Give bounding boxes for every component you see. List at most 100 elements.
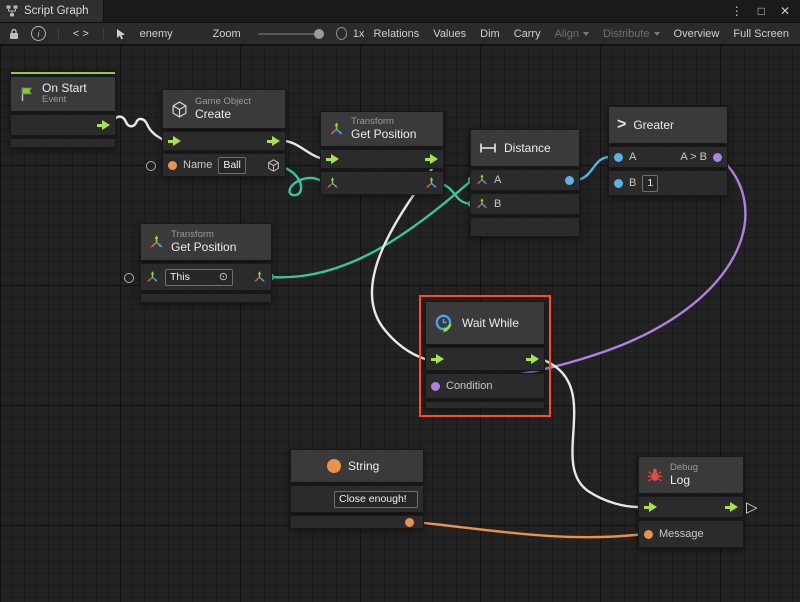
zoom-slider-handle[interactable] [314,29,324,39]
condition-row: Condition [425,373,545,399]
node-wait-while[interactable]: Wait While Condition [425,301,545,411]
flow-out-port[interactable] [267,136,280,146]
node-title: Log [670,474,698,488]
object-picker-icon[interactable]: ⊙ [219,272,228,283]
node-title: String [348,459,379,473]
transform-input-port[interactable] [326,177,339,190]
value-row: This ⊙ [140,263,272,291]
node-get-position-top[interactable]: Transform Get Position [320,111,444,197]
flow-out-port[interactable] [97,120,110,130]
node-string-literal[interactable]: String Close enough! [290,449,424,531]
full-screen-button[interactable]: Full Screen [726,26,796,42]
close-icon[interactable]: ✕ [780,0,790,22]
node-greater[interactable]: > Greater A A > B B 1 [608,106,728,198]
graph-canvas[interactable]: On Start Event Game Object Create [0,45,800,602]
script-graph-icon [6,5,18,17]
distance-output-port[interactable] [565,176,574,185]
node-title: Create [195,108,251,122]
lock-icon[interactable] [4,28,24,40]
transform-icon [329,122,344,137]
vector-a-input-port[interactable] [476,174,488,186]
wire-waitwhile-to-log [541,359,638,507]
inspect-icon[interactable]: i [26,26,51,41]
result-output-port[interactable] [713,153,722,162]
zoom-value: 1x [353,28,365,40]
node-title: Wait While [462,316,519,330]
node-title: Get Position [171,241,236,255]
value-row: Close enough! [290,485,424,513]
node-category: Debug [670,463,698,474]
toolbar-separator [103,27,104,40]
flow-row [638,496,744,518]
align-button[interactable]: Align [548,26,596,42]
carry-button[interactable]: Carry [507,26,548,42]
a-row: A [470,169,580,191]
graph-name[interactable]: enemy [133,26,180,42]
node-get-position-bottom[interactable]: Transform Get Position This ⊙ [140,223,272,305]
zoom-slider[interactable] [258,33,324,35]
node-on-start-event[interactable]: On Start Event [10,71,116,150]
gameobject-output-port[interactable] [267,159,280,172]
b-row: B 1 [608,170,728,196]
node-distance[interactable]: Distance A B [470,129,580,239]
vector-b-input-port[interactable] [476,198,488,210]
tab-script-graph[interactable]: Script Graph [0,0,104,22]
chevron-down-icon [654,32,660,36]
chevron-down-icon [583,32,589,36]
flow-row [320,149,444,169]
node-game-object-create[interactable]: Game Object Create Name Ball [162,89,286,179]
window-menu-icon[interactable]: ⋮ [731,0,743,22]
target-field[interactable]: This ⊙ [165,269,233,286]
transform-icon [149,235,164,250]
condition-input-port[interactable] [431,382,440,391]
node-footer [140,293,272,303]
flow-out-port[interactable] [425,154,438,164]
title-bar: Script Graph ⋮ □ ✕ [0,0,800,23]
zoom-reset-icon[interactable] [336,27,347,40]
distance-icon [479,142,497,154]
dim-button[interactable]: Dim [473,26,507,42]
node-header: Transform Get Position [140,223,272,261]
node-debug-log[interactable]: Debug Log Message [638,456,744,550]
flow-row [10,114,116,136]
flow-out-port[interactable] [725,502,738,512]
node-category: Transform [171,230,236,241]
name-port-label: Name [183,159,212,171]
position-output-port[interactable] [425,177,438,190]
flow-in-port[interactable] [431,354,444,364]
a-input-port[interactable] [614,153,623,162]
flow-in-port[interactable] [326,154,339,164]
greater-icon: > [617,116,626,134]
output-row [290,515,424,529]
string-value-field[interactable]: Close enough! [334,491,418,508]
code-view-button[interactable]: < > [66,26,96,42]
b-value-field[interactable]: 1 [642,175,658,192]
relations-button[interactable]: Relations [366,26,426,42]
position-output-port[interactable] [253,271,266,284]
name-row: Name Ball [162,153,286,177]
name-input-port[interactable] [168,161,177,170]
flow-out-port[interactable] [526,354,539,364]
message-input-port[interactable] [644,530,653,539]
node-footer [425,401,545,409]
flow-in-port[interactable] [644,502,657,512]
b-input-port[interactable] [614,179,623,188]
flow-in-port[interactable] [168,136,181,146]
node-title: Greater [633,118,674,132]
values-button[interactable]: Values [426,26,473,42]
event-accent-bar [10,71,116,75]
node-category: Transform [351,117,416,128]
node-header: Distance [470,129,580,167]
node-title: Distance [504,141,551,155]
b-row: B [470,193,580,215]
transform-input-port[interactable] [146,271,159,284]
message-port-label: Message [659,528,704,540]
maximize-icon[interactable]: □ [758,0,765,22]
name-field[interactable]: Ball [218,157,246,174]
string-output-port[interactable] [405,518,414,527]
value-row [320,171,444,195]
b-port-label: B [629,177,636,189]
node-subtitle: Event [42,95,87,106]
overview-button[interactable]: Overview [667,26,727,42]
distribute-button[interactable]: Distribute [596,26,666,42]
